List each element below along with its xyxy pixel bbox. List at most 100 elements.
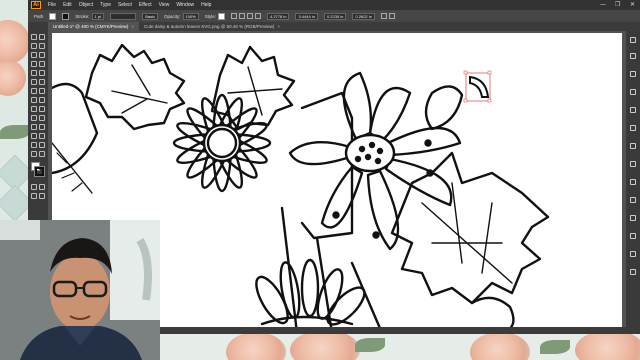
- leaf-decoration: [0, 125, 30, 139]
- stroke-color-icon[interactable]: [34, 166, 45, 177]
- menu-view[interactable]: View: [159, 2, 170, 8]
- width-tool-icon[interactable]: [31, 97, 37, 103]
- opacity-field[interactable]: 100%: [182, 12, 199, 20]
- transform-icon[interactable]: [380, 13, 387, 19]
- mesh-tool-icon[interactable]: [31, 115, 37, 121]
- daisy-flower: [288, 71, 462, 251]
- free-transform-tool-icon[interactable]: [39, 97, 45, 103]
- align-icon[interactable]: [239, 13, 245, 19]
- type-tool-icon[interactable]: [31, 61, 37, 67]
- menu-type[interactable]: Type: [100, 2, 111, 8]
- leaf-outline: [424, 85, 464, 131]
- symbol-sprayer-tool-icon[interactable]: [31, 133, 37, 139]
- gradient-mode-icon[interactable]: [39, 184, 45, 190]
- tab-untitled[interactable]: Untitled-1* @ 400 % (CMYK/Preview) ×: [48, 22, 139, 31]
- style-swatch[interactable]: [218, 12, 225, 20]
- webcam-overlay: [0, 220, 160, 360]
- rotate-tool-icon[interactable]: [31, 88, 37, 94]
- transform-panel-icon[interactable]: [630, 269, 636, 275]
- stroke-icon[interactable]: [630, 143, 636, 149]
- close-icon[interactable]: ✕: [630, 2, 636, 8]
- magic-wand-tool-icon[interactable]: [31, 43, 37, 49]
- brushes-icon[interactable]: [630, 107, 636, 113]
- perspective-tool-icon[interactable]: [39, 106, 45, 112]
- color-icon[interactable]: [630, 71, 636, 77]
- pencil-tool-icon[interactable]: [31, 79, 37, 85]
- stroke-weight-field[interactable]: 1 pt: [91, 12, 105, 20]
- align-icon[interactable]: [255, 13, 261, 19]
- transform-icon[interactable]: [388, 13, 395, 19]
- align-panel-icon[interactable]: [630, 233, 636, 239]
- draw-mode-icon[interactable]: [31, 193, 37, 199]
- menu-window[interactable]: Window: [176, 2, 194, 8]
- rectangle-tool-icon[interactable]: [31, 70, 37, 76]
- selection-tool-icon[interactable]: [31, 34, 37, 40]
- artboard-tool-icon[interactable]: [31, 142, 37, 148]
- daisy-flower: [172, 93, 272, 193]
- direct-selection-tool-icon[interactable]: [39, 34, 45, 40]
- menu-edit[interactable]: Edit: [63, 2, 72, 8]
- eraser-tool-icon[interactable]: [39, 79, 45, 85]
- height-field[interactable]: 0.2622 in: [352, 12, 375, 20]
- width-field[interactable]: 0.2235 in: [323, 12, 347, 20]
- selected-path[interactable]: [463, 70, 492, 103]
- gradient-tool-icon[interactable]: [39, 115, 45, 121]
- control-bar: Path Stroke: 1 pt Basic Opacity: 100% Styl…: [28, 10, 640, 22]
- leaf-decoration: [355, 338, 385, 352]
- symbols-icon[interactable]: [630, 125, 636, 131]
- x-field[interactable]: 4.2778 in: [267, 12, 290, 20]
- brush-dropdown[interactable]: Basic: [142, 12, 158, 20]
- menu-object[interactable]: Object: [79, 2, 93, 8]
- presenter-video: [0, 220, 160, 360]
- variable-width-dropdown[interactable]: [110, 12, 137, 20]
- tab-daisy[interactable]: Cute daisy & autumn leaves SVG.png @ 50.…: [139, 22, 285, 31]
- daisy-flower: [255, 258, 366, 326]
- column-graph-tool-icon[interactable]: [39, 133, 45, 139]
- maple-leaf-outline: [84, 43, 186, 131]
- panel-dock: [626, 31, 640, 334]
- transparency-icon[interactable]: [630, 179, 636, 185]
- menu-bar: Ai File Edit Object Type Select Effect V…: [28, 0, 640, 10]
- graphic-styles-icon[interactable]: [630, 215, 636, 221]
- pathfinder-icon[interactable]: [630, 251, 636, 257]
- align-icon[interactable]: [231, 13, 237, 19]
- screen-mode-icon[interactable]: [39, 193, 45, 199]
- maple-leaf-outline: [390, 151, 550, 305]
- tab-label: Untitled-1* @ 400 % (CMYK/Preview): [53, 24, 129, 29]
- curvature-tool-icon[interactable]: [39, 52, 45, 58]
- zoom-tool-icon[interactable]: [39, 151, 45, 157]
- pen-tool-icon[interactable]: [31, 52, 37, 58]
- close-icon[interactable]: ×: [131, 24, 134, 29]
- lasso-tool-icon[interactable]: [39, 43, 45, 49]
- menu-help[interactable]: Help: [201, 2, 211, 8]
- menu-select[interactable]: Select: [118, 2, 132, 8]
- stroke-label: Stroke:: [75, 13, 90, 19]
- menu-file[interactable]: File: [48, 2, 56, 8]
- blend-tool-icon[interactable]: [39, 124, 45, 130]
- menu-effect[interactable]: Effect: [139, 2, 152, 8]
- close-icon[interactable]: ×: [277, 24, 280, 29]
- slice-tool-icon[interactable]: [39, 142, 45, 148]
- y-field[interactable]: 3.4444 in: [295, 12, 318, 20]
- layers-icon[interactable]: [630, 53, 636, 59]
- restore-icon[interactable]: ❐: [615, 2, 621, 8]
- align-icon[interactable]: [247, 13, 253, 19]
- tab-label: Cute daisy & autumn leaves SVG.png @ 50.…: [143, 24, 275, 29]
- properties-icon[interactable]: [630, 37, 636, 43]
- stroke-swatch[interactable]: [62, 12, 70, 20]
- app-logo: Ai: [31, 1, 41, 9]
- line-tool-icon[interactable]: [39, 61, 45, 67]
- shape-builder-tool-icon[interactable]: [31, 106, 37, 112]
- minimize-icon[interactable]: —: [600, 2, 606, 8]
- style-label: Style:: [204, 13, 216, 19]
- gradient-icon[interactable]: [630, 161, 636, 167]
- scale-tool-icon[interactable]: [39, 88, 45, 94]
- paintbrush-tool-icon[interactable]: [39, 70, 45, 76]
- appearance-icon[interactable]: [630, 197, 636, 203]
- color-mode-icon[interactable]: [31, 184, 37, 190]
- opacity-label: Opacity:: [163, 13, 181, 19]
- hand-tool-icon[interactable]: [31, 151, 37, 157]
- eyedropper-tool-icon[interactable]: [31, 124, 37, 130]
- swatches-icon[interactable]: [630, 89, 636, 95]
- fill-swatch[interactable]: [49, 12, 57, 20]
